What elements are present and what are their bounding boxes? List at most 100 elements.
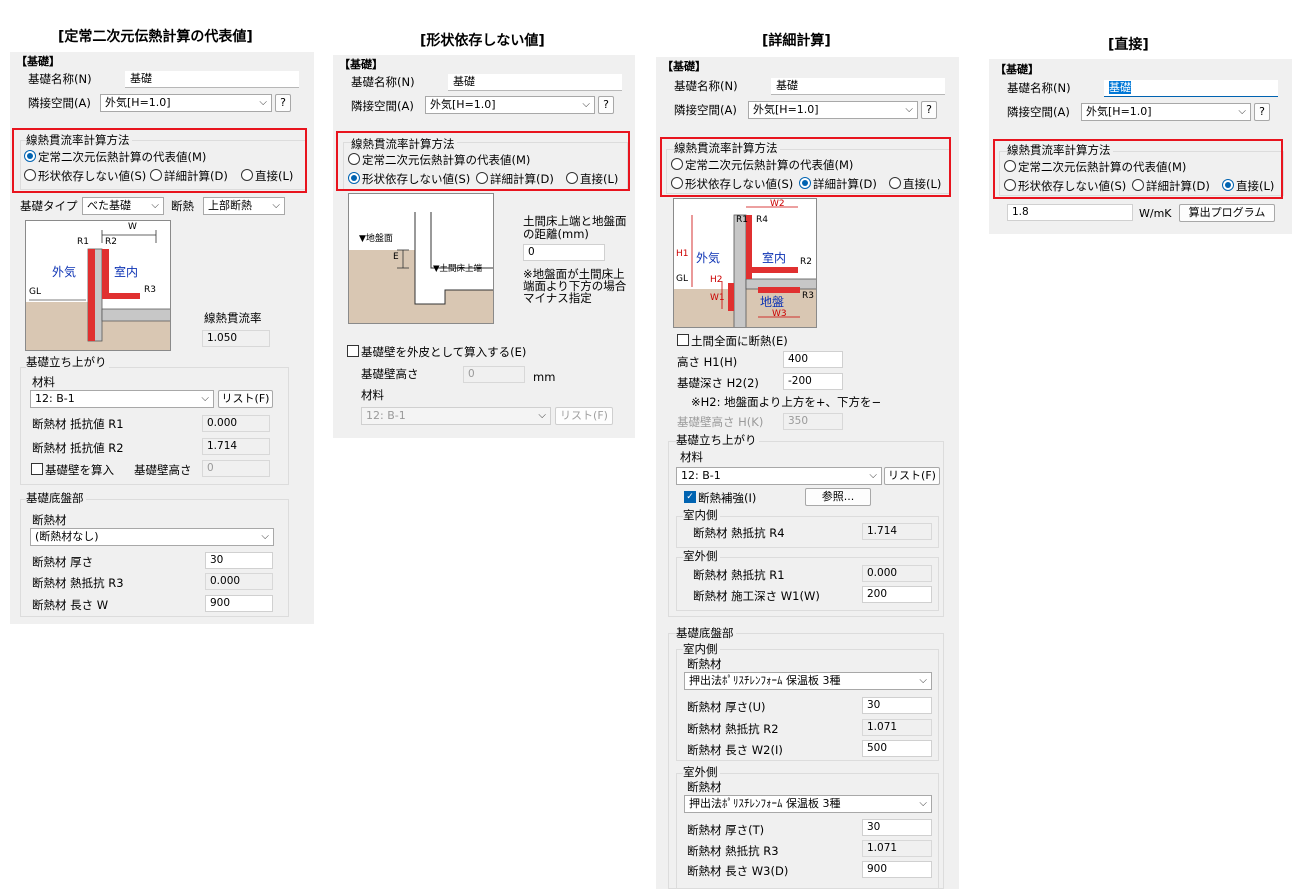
r2-label: 断熱材 熱抵抗 R2 [687, 722, 779, 736]
shape-diagram: ▼地盤面 E ▼土間床上端 [348, 193, 494, 324]
reference-button[interactable]: 参照... [805, 488, 871, 506]
diagram-r3-label: R3 [802, 291, 814, 301]
name-input[interactable]: 基礎 [1104, 80, 1278, 97]
adjacent-select[interactable]: 外気[H=1.0] ⌵ [425, 96, 595, 114]
length-input[interactable]: 900 [205, 595, 273, 612]
name-input[interactable]: 基礎 [771, 78, 945, 95]
foundation-header: 【基礎】 [995, 63, 1039, 76]
adjacent-select[interactable]: 外気[H=1.0] ⌵ [1081, 103, 1251, 121]
diagram-w1-label: W1 [710, 293, 725, 303]
r1-value: 0.000 [202, 415, 270, 432]
list-button[interactable]: リスト(F) [555, 407, 613, 425]
t-input[interactable]: 30 [862, 819, 932, 836]
chevron-down-icon: ⌵ [869, 470, 877, 481]
foundation-diagram: W R1 R2 外気 室内 R3 GL [25, 220, 171, 351]
r3-label: 断熱材 熱抵抗 R3 [32, 576, 124, 590]
adjacent-label: 隣接空間(A) [351, 99, 414, 113]
h2-label: 基礎深さ H2(2) [677, 376, 759, 390]
material-label: 材料 [361, 388, 384, 402]
wall-height-value: 350 [783, 413, 843, 430]
r3-label: 断熱材 熱抵抗 R3 [687, 844, 779, 858]
chevron-down-icon: ⌵ [919, 798, 927, 809]
distance-input[interactable]: 0 [523, 244, 605, 261]
wall-height-label: 基礎壁高さ [361, 367, 419, 381]
h1-input[interactable]: 400 [783, 351, 843, 368]
reinforcement-checkbox[interactable]: ✓ [684, 491, 696, 503]
diagram-outside-label: 外気 [696, 251, 721, 265]
full-floor-checkbox[interactable] [677, 334, 689, 346]
adjacent-select[interactable]: 外気[H=1.0] ⌵ [748, 101, 918, 119]
material-label: 材料 [680, 450, 703, 464]
bottom-group-title: 基礎底盤部 [676, 625, 736, 641]
diagram-floor-label: ▼土間床上端 [433, 264, 483, 274]
thickness-input[interactable]: 30 [205, 552, 273, 569]
chevron-down-icon: ⌵ [151, 200, 159, 211]
diagram-r2-label: R2 [800, 257, 812, 267]
u-input[interactable]: 30 [862, 697, 932, 714]
diagram-ground-label: 地盤 [760, 295, 785, 309]
help-button[interactable]: ? [275, 94, 291, 112]
name-input[interactable]: 基礎 [125, 71, 299, 88]
diagram-gl-label: ▼地盤面 [359, 234, 393, 244]
r3-value: 1.071 [862, 840, 932, 857]
help-button[interactable]: ? [921, 101, 937, 119]
adjacent-label: 隣接空間(A) [28, 96, 91, 110]
insulation-label: 断熱 [171, 199, 194, 213]
adjacent-label: 隣接空間(A) [674, 103, 737, 117]
title-direct: [直接] [1108, 37, 1149, 53]
help-button[interactable]: ? [598, 96, 614, 114]
ins-material-label-2: 断熱材 [687, 780, 722, 794]
name-label: 基礎名称(N) [674, 79, 738, 93]
title-representative: [定常二次元伝熱計算の代表値] [58, 29, 253, 45]
name-label: 基礎名称(N) [1007, 81, 1071, 95]
method-highlight-4 [993, 139, 1283, 199]
method-highlight-3 [660, 137, 951, 197]
diagram-e-label: E [393, 252, 399, 262]
material-select[interactable]: 12: B-1 ⌵ [30, 390, 214, 408]
list-button[interactable]: リスト(F) [884, 467, 940, 485]
panel-shape-independent: 【基礎】 基礎名称(N) 基礎 隣接空間(A) 外気[H=1.0] ⌵ ? 線熱貫… [333, 55, 635, 438]
psi-unit: W/mK [1139, 207, 1172, 220]
ins-material-select[interactable]: (断熱材なし) ⌵ [30, 528, 274, 546]
diagram-gl-label: GL [676, 274, 688, 284]
rise-group-title: 基礎立ち上がり [26, 354, 109, 370]
w2-input[interactable]: 500 [862, 740, 932, 757]
w3-input[interactable]: 900 [862, 861, 932, 878]
chevron-down-icon: ⌵ [538, 410, 546, 421]
wall-height-value: 0 [202, 460, 270, 477]
wall-include-label: 基礎壁を算入 [45, 463, 114, 477]
wall-include-checkbox[interactable] [31, 463, 43, 475]
ins-material-select-2[interactable]: 押出法ﾎﾟﾘｽﾁﾚﾝﾌｫｰﾑ 保温板 3種 ⌵ [684, 795, 932, 813]
ins-material-label: 断熱材 [32, 513, 67, 527]
shape-diagram-svg [349, 212, 493, 323]
insulation-select[interactable]: 上部断熱 ⌵ [203, 197, 285, 215]
psi-input[interactable]: 1.8 [1007, 204, 1133, 221]
calc-program-button[interactable]: 算出プログラム [1179, 204, 1275, 222]
diagram-outside-label: 外気 [52, 265, 77, 279]
length-label: 断熱材 長さ W [32, 598, 109, 612]
r2-label: 断熱材 抵抗値 R2 [32, 441, 124, 455]
mm-unit: mm [533, 370, 556, 384]
name-input[interactable]: 基礎 [448, 74, 622, 91]
list-button[interactable]: リスト(F) [218, 390, 273, 408]
type-select[interactable]: べた基礎 ⌵ [82, 197, 164, 215]
chevron-down-icon: ⌵ [201, 393, 209, 404]
w3-label: 断熱材 長さ W3(D) [687, 864, 789, 878]
wall-envelope-checkbox[interactable] [347, 345, 359, 357]
h2-input[interactable]: -200 [783, 373, 843, 390]
ins-material-select[interactable]: 押出法ﾎﾟﾘｽﾁﾚﾝﾌｫｰﾑ 保温板 3種 ⌵ [684, 672, 932, 690]
material-select[interactable]: 12: B-1 ⌵ [361, 407, 551, 425]
diagram-r4-label: R4 [756, 215, 768, 225]
adjacent-select[interactable]: 外気[H=1.0] ⌵ [100, 94, 272, 112]
method-highlight-2 [336, 131, 630, 191]
material-select[interactable]: 12: B-1 ⌵ [676, 467, 882, 485]
w1-input[interactable]: 200 [862, 586, 932, 603]
foundation-header: 【基礎】 [339, 58, 383, 71]
diagram-h2-label: H2 [710, 275, 723, 285]
wall-height-label: 基礎壁高さ [134, 463, 192, 477]
w1-label: 断熱材 施工深さ W1(W) [693, 589, 820, 603]
r1-value: 0.000 [862, 565, 932, 582]
ins-material-label: 断熱材 [687, 657, 722, 671]
help-button[interactable]: ? [1254, 103, 1270, 121]
chevron-down-icon: ⌵ [272, 200, 280, 211]
